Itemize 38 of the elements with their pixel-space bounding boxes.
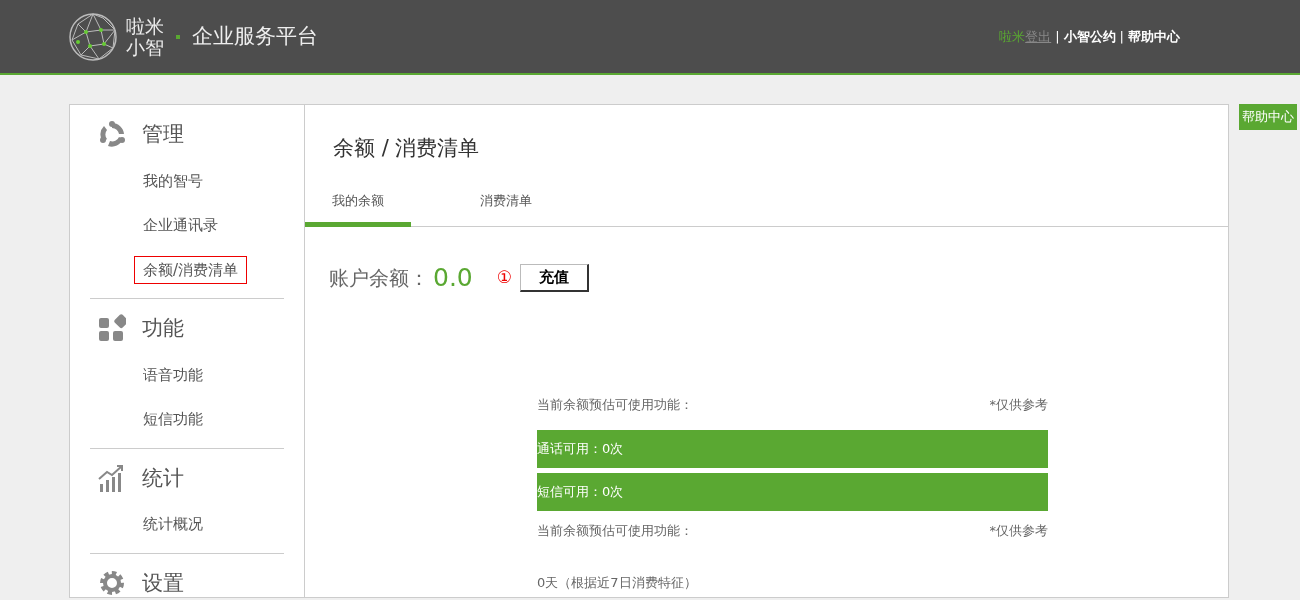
- balance-label: 账户余额：: [329, 264, 429, 292]
- reference-note: *仅供参考: [989, 522, 1048, 540]
- section-title: 统计: [142, 464, 184, 492]
- logo-text: 啦米: [126, 15, 164, 37]
- rising-chart-icon: [98, 464, 123, 492]
- sidebar-item[interactable]: 余额/消费清单: [134, 255, 248, 284]
- balance-value: 0.0: [433, 262, 473, 294]
- cycle-arrows-icon: [100, 121, 125, 147]
- separator: |: [1055, 27, 1060, 46]
- logo-text: 小智: [126, 36, 164, 58]
- usage-bar: 短信可用：0次: [537, 473, 1048, 511]
- section-title: 功能: [142, 315, 184, 342]
- grid-blocks-icon: [99, 314, 126, 342]
- tab[interactable]: 我的余额: [305, 190, 411, 227]
- circled-number: ①: [496, 266, 512, 289]
- username: 啦米: [999, 27, 1026, 46]
- sidebar-item[interactable]: 语音功能: [134, 360, 212, 389]
- sidebar-item[interactable]: 我的智号: [134, 166, 212, 195]
- header-link[interactable]: 帮助中心: [1128, 26, 1180, 47]
- days-estimate: 0天（根据近7日消费特征）: [537, 573, 698, 592]
- section-title: 管理: [142, 121, 184, 148]
- usage-bar: 通话可用：0次: [537, 430, 1048, 468]
- sidebar-item[interactable]: 短信功能: [134, 405, 212, 434]
- gear-icon: [100, 570, 124, 595]
- dot-separator: [176, 34, 180, 39]
- reference-note: *仅供参考: [989, 395, 1048, 414]
- geodesic-sphere-icon: [68, 11, 118, 62]
- platform-title: 企业服务平台: [192, 22, 318, 50]
- estimate-heading: 当前余额预估可使用功能：: [537, 522, 693, 540]
- sidebar-item[interactable]: 企业通讯录: [134, 211, 227, 240]
- header-link[interactable]: 小智公约: [1063, 26, 1116, 47]
- tab[interactable]: 消费清单: [453, 190, 559, 227]
- page-title: 余额 / 消费清单: [332, 135, 481, 162]
- recharge-button[interactable]: 充值: [520, 264, 589, 292]
- separator: |: [1119, 27, 1124, 46]
- section-title: 设置: [142, 569, 184, 597]
- sidebar-item[interactable]: 统计概况: [134, 510, 212, 539]
- estimate-heading: 当前余额预估可使用功能：: [537, 395, 693, 414]
